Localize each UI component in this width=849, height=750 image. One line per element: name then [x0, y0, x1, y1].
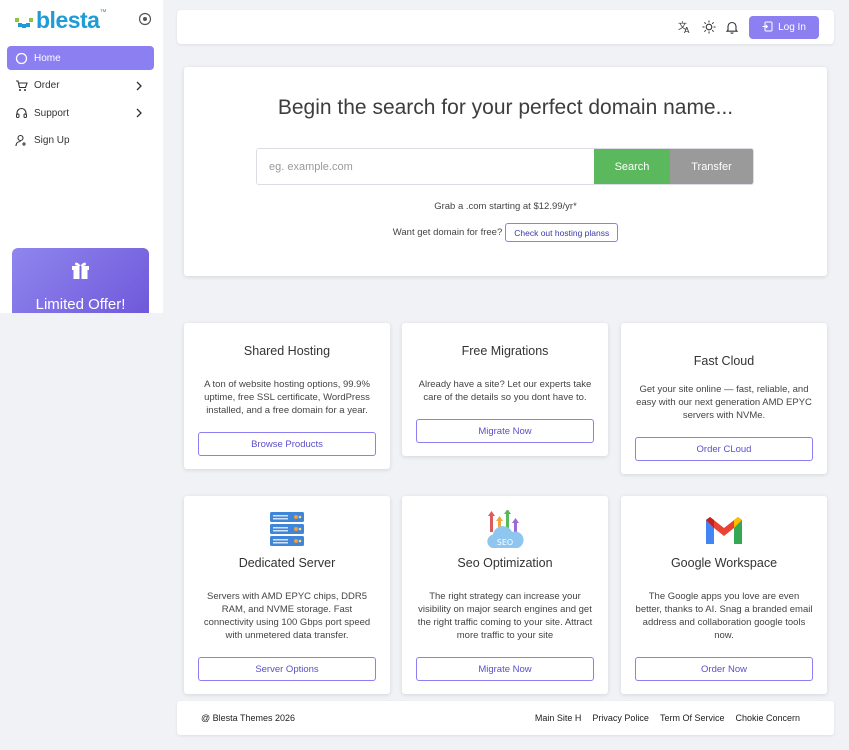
sidebar-item-order[interactable]: Order [7, 74, 154, 98]
sidebar-nav: Home Order Support Sign Up [7, 46, 154, 156]
card-shared-hosting: Shared Hosting A ton of website hosting … [184, 323, 390, 469]
card-description: Already have a site? Let our experts tak… [418, 379, 592, 403]
card-fast-cloud: Fast Cloud Get your site online — fast, … [621, 323, 827, 474]
footer-link-privacy[interactable]: Privacy Police [592, 713, 649, 723]
user-plus-icon [15, 134, 28, 147]
browse-products-button[interactable]: Browse Products [198, 432, 376, 456]
footer: @ Blesta Themes 2026 Main Site H Privacy… [177, 701, 834, 735]
headset-icon [15, 107, 28, 120]
search-button[interactable]: Search [594, 149, 670, 184]
card-title: Dedicated Server [238, 556, 336, 570]
domain-search-panel: Begin the search for your perfect domain… [184, 67, 827, 276]
logo-smile-icon [14, 10, 34, 30]
sidebar-item-label: Support [34, 107, 70, 119]
free-domain-text: Want get domain for free? [392, 227, 503, 238]
sidebar-item-label: Sign Up [34, 135, 70, 146]
limited-offer-card[interactable]: Limited Offer! [12, 248, 149, 313]
footer-link-main-site[interactable]: Main Site H [535, 713, 582, 723]
bell-icon[interactable] [725, 20, 739, 34]
card-google-workspace: Google Workspace The Google apps you lov… [621, 496, 827, 694]
footer-links: Main Site H Privacy Police Term Of Servi… [535, 713, 800, 723]
gift-icon [70, 260, 91, 280]
sidebar-item-label: Home [34, 52, 61, 64]
promo-text: Grab a .com starting at $12.99/yr* [434, 201, 577, 212]
card-title: Fast Cloud [693, 354, 755, 368]
migrate-now-button[interactable]: Migrate Now [416, 419, 594, 443]
topbar: 文A Log In [177, 10, 834, 44]
footer-link-cookie[interactable]: Chokie Concern [735, 713, 800, 723]
sidebar-item-home[interactable]: Home [7, 46, 154, 70]
card-description: A ton of website hosting options, 99.9% … [204, 379, 370, 416]
gmail-icon [703, 514, 745, 551]
login-button[interactable]: Log In [749, 16, 819, 39]
translate-icon[interactable]: 文A [678, 20, 692, 35]
svg-text:A: A [684, 26, 690, 34]
brand-tm: ™ [99, 8, 107, 16]
card-seo-optimization: SEO Seo Optimization The right strategy … [402, 496, 608, 694]
sidebar-toggle-icon[interactable] [138, 12, 152, 26]
sun-icon[interactable] [702, 20, 716, 34]
offer-title: Limited Offer! [35, 296, 126, 313]
card-free-migrations: Free Migrations Already have a site? Let… [402, 323, 608, 456]
card-dedicated-server: Dedicated Server Servers with AMD EPYC c… [184, 496, 390, 694]
footer-link-terms[interactable]: Term Of Service [660, 713, 725, 723]
copyright-text: @ Blesta Themes 2026 [201, 713, 296, 723]
order-now-button[interactable]: Order Now [635, 657, 813, 681]
login-label: Log In [778, 22, 806, 33]
card-title: Free Migrations [461, 344, 549, 358]
hosting-plans-button[interactable]: Check out hosting planss [505, 223, 619, 242]
login-icon [762, 21, 773, 35]
card-title: Google Workspace [670, 556, 778, 570]
card-title: Seo Optimization [457, 556, 553, 570]
sidebar-item-sign-up[interactable]: Sign Up [7, 129, 154, 153]
sidebar-item-support[interactable]: Support [7, 101, 154, 125]
circle-icon [15, 52, 28, 65]
migrate-now-button[interactable]: Migrate Now [416, 657, 594, 681]
free-domain-row: Want get domain for free? Check out host… [184, 223, 827, 242]
chevron-right-icon [134, 80, 144, 92]
card-description: Get your site online — fast, reliable, a… [636, 384, 812, 421]
sidebar: blesta ™ Home Order Support Sign Up Limi… [0, 0, 163, 313]
card-title: Shared Hosting [243, 344, 331, 358]
server-icon [268, 510, 306, 553]
brand-logo[interactable]: blesta ™ [14, 6, 107, 33]
order-cloud-button[interactable]: Order CLoud [635, 437, 813, 461]
server-options-button[interactable]: Server Options [198, 657, 376, 681]
brand-name: blesta [36, 6, 100, 33]
domain-search-input[interactable] [257, 149, 594, 184]
card-description: Servers with AMD EPYC chips, DDR5 RAM, a… [203, 591, 371, 641]
sidebar-item-label: Order [34, 80, 60, 91]
chevron-right-icon [134, 107, 144, 119]
card-description: The Google apps you love are even better… [635, 591, 813, 641]
seo-cloud-icon: SEO [484, 509, 526, 555]
transfer-button[interactable]: Transfer [670, 149, 753, 184]
seo-icon-text: SEO [497, 538, 513, 547]
domain-search-box: Search Transfer [256, 148, 754, 185]
card-description: The right strategy can increase your vis… [417, 591, 593, 641]
cart-icon [15, 79, 28, 92]
search-title: Begin the search for your perfect domain… [277, 96, 734, 119]
